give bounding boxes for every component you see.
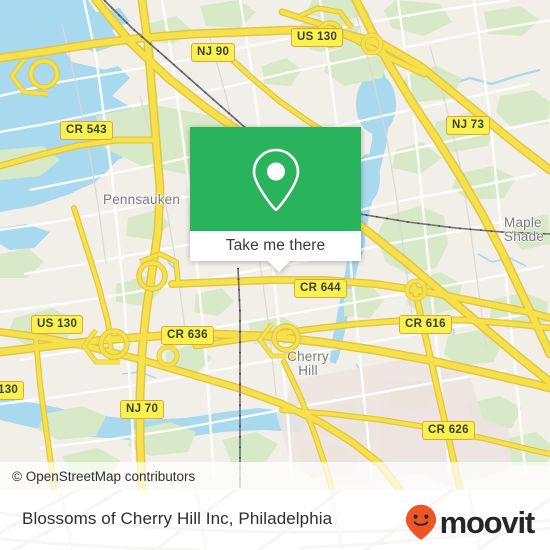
osm-attribution-bar: © OpenStreetMap contributors [0, 462, 550, 490]
place-title: Blossoms of Cherry Hill Inc, Philadelphi… [22, 509, 333, 528]
moovit-brand[interactable]: moovit [405, 504, 536, 540]
take-me-there-label: Take me there [225, 237, 326, 254]
map-pin-icon [252, 148, 299, 211]
road-shield-cr-626: CR 626 [422, 421, 475, 440]
road-shield-cr-644: CR 644 [294, 279, 347, 298]
road-shield-cr-616: CR 616 [399, 315, 452, 334]
moovit-wordmark: moovit [439, 504, 536, 540]
map-canvas[interactable]: Pennsauken Cherry Hill Maple Shade NJ 90… [0, 0, 550, 490]
road-shield-nj-73: NJ 73 [446, 116, 491, 135]
road-shield-cr-543: CR 543 [60, 121, 113, 140]
road-shield-nj-90: NJ 90 [191, 43, 236, 62]
take-me-there-callout[interactable]: Take me there [190, 127, 361, 272]
moovit-map-screenshot: Pennsauken Cherry Hill Maple Shade NJ 90… [0, 0, 550, 550]
road-shield-us-130-north: US 130 [291, 28, 344, 47]
callout-header [190, 127, 361, 231]
road-shield-130-edge: 130 [0, 381, 25, 400]
road-shield-us-130-west: US 130 [31, 315, 84, 334]
callout-footer[interactable]: Take me there [190, 231, 361, 272]
road-shield-nj-70: NJ 70 [120, 400, 165, 419]
callout-pointer [268, 261, 290, 272]
footer-bar: Blossoms of Cherry Hill Inc, Philadelphi… [0, 490, 550, 550]
road-shield-cr-636: CR 636 [161, 326, 214, 345]
moovit-pin-smile-icon [405, 504, 436, 540]
osm-attribution-text[interactable]: © OpenStreetMap contributors [0, 469, 195, 484]
